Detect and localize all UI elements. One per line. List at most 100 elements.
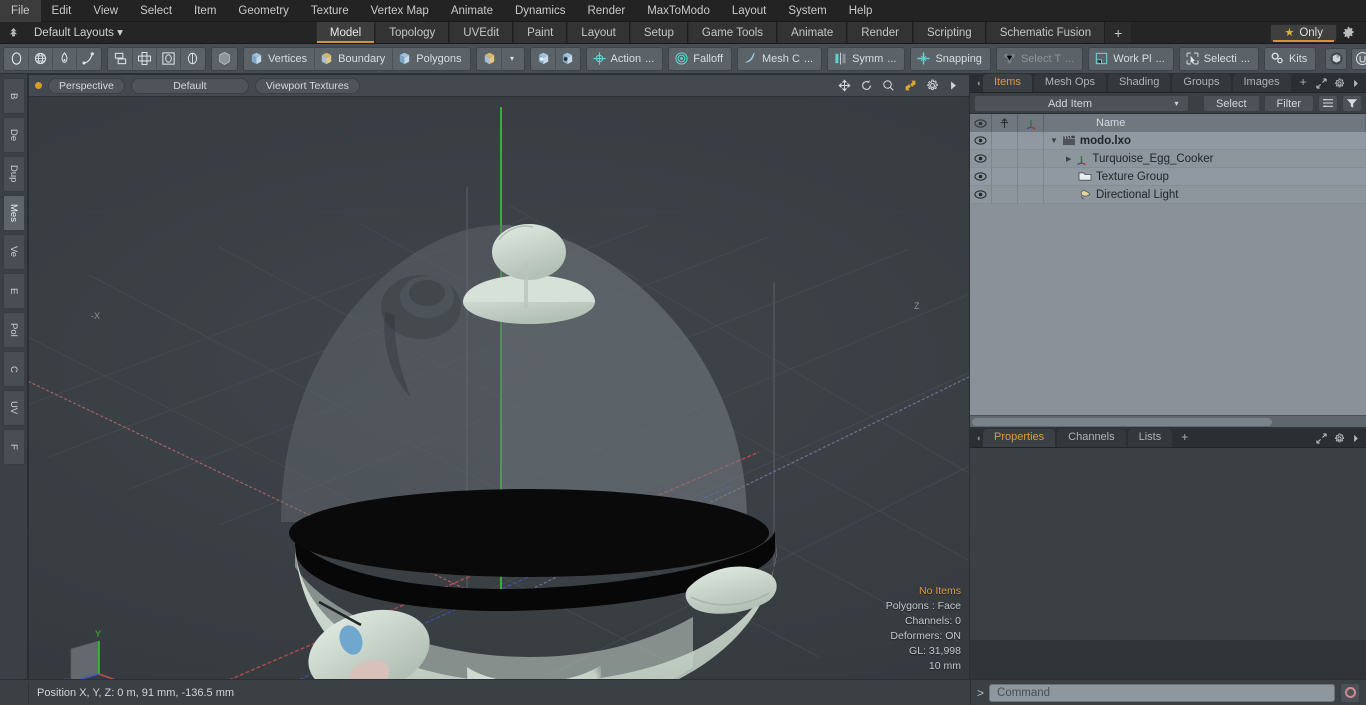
kits-button[interactable]: Kits xyxy=(1266,48,1314,70)
left-tab-curve[interactable]: C xyxy=(2,351,25,387)
row-lock-cell[interactable] xyxy=(992,149,1018,168)
row-axis-cell[interactable] xyxy=(1018,149,1044,168)
mesh-constraint-group[interactable]: Mesh C ... xyxy=(737,46,823,71)
action-center-group[interactable]: Action ... xyxy=(585,46,664,71)
boundary-mode-button[interactable]: Boundary xyxy=(314,47,392,70)
command-input[interactable] xyxy=(989,683,1335,702)
work-plane-group[interactable]: Work Pl ... xyxy=(1088,46,1174,71)
menu-item-help[interactable]: Help xyxy=(838,0,884,22)
panel-tab-items[interactable]: Items xyxy=(983,74,1032,92)
panel-tab-channels[interactable]: Channels xyxy=(1057,429,1126,447)
only-toggle-button[interactable]: ★ Only xyxy=(1270,23,1337,42)
duplicate-icon[interactable] xyxy=(109,48,132,70)
snapping-button[interactable]: Snapping xyxy=(912,48,989,70)
properties-panel-body[interactable] xyxy=(970,448,1366,640)
layout-tab-uvedit[interactable]: UVEdit xyxy=(449,22,514,43)
polygons-mode-button[interactable]: Polygons xyxy=(392,47,468,70)
scrollbar-thumb[interactable] xyxy=(972,418,1272,426)
snapping-group[interactable]: Snapping xyxy=(910,46,991,71)
fit-icon[interactable] xyxy=(904,79,917,92)
work-plane-button[interactable]: Work Pl ... xyxy=(1090,48,1171,70)
row-visibility-toggle[interactable] xyxy=(970,185,992,204)
symmetry-button[interactable]: Symm ... xyxy=(829,48,903,70)
layout-tab-topology[interactable]: Topology xyxy=(375,22,450,43)
row-visibility-toggle[interactable] xyxy=(970,132,992,150)
menu-item-layout[interactable]: Layout xyxy=(721,0,778,22)
tree-item-texture-group[interactable]: Texture Group xyxy=(1044,171,1366,183)
panel-grip-icon[interactable]: ◖ xyxy=(974,78,983,88)
left-tab-mesh-edit[interactable]: Mes xyxy=(2,195,25,231)
panel-grip-icon[interactable]: ◖ xyxy=(974,433,983,443)
viewport-view-mode-button[interactable]: Perspective xyxy=(48,77,125,94)
selection-set-group[interactable]: Selecti ... xyxy=(1178,46,1259,71)
mesh-constraint-button[interactable]: Mesh C ... xyxy=(739,48,820,70)
select-through-button[interactable]: Select T ... xyxy=(998,48,1081,70)
layout-tab-model[interactable]: Model xyxy=(315,22,376,43)
symmetry-group[interactable]: Symm ... xyxy=(827,46,906,71)
filter-funnel-icon[interactable] xyxy=(1342,94,1362,112)
menu-item-texture[interactable]: Texture xyxy=(300,0,360,22)
left-tab-polygon[interactable]: Pol xyxy=(2,312,25,348)
layout-tab-animate[interactable]: Animate xyxy=(777,22,848,43)
gear-icon[interactable] xyxy=(1334,432,1345,444)
gear-icon[interactable] xyxy=(1342,26,1362,39)
selection-set-button[interactable]: Selecti ... xyxy=(1181,48,1257,70)
falloff-group[interactable]: Falloff xyxy=(668,46,733,71)
row-axis-cell[interactable] xyxy=(1018,132,1044,150)
tree-item-scene[interactable]: ▼ modo.lxo xyxy=(1044,135,1366,147)
left-tab-fusion[interactable]: F xyxy=(2,429,25,465)
layout-tab-scripting[interactable]: Scripting xyxy=(912,22,986,43)
globe-icon[interactable] xyxy=(28,47,52,70)
chevron-down-icon[interactable]: ▾ xyxy=(500,47,523,70)
gear-icon[interactable] xyxy=(926,79,939,92)
pen-icon[interactable] xyxy=(52,47,76,70)
menu-item-render[interactable]: Render xyxy=(576,0,636,22)
left-tab-edge[interactable]: E xyxy=(2,273,25,309)
rotate-icon[interactable] xyxy=(860,79,873,92)
items-list-horizontal-scrollbar[interactable] xyxy=(970,415,1366,427)
table-row[interactable]: Directional Light xyxy=(970,185,1366,204)
layout-tab-paint[interactable]: Paint xyxy=(513,22,568,43)
curve-icon[interactable] xyxy=(76,47,100,70)
select-button[interactable]: Select xyxy=(1202,94,1260,112)
panel-tab-images[interactable]: Images xyxy=(1232,74,1291,92)
modo-cube-icon[interactable] xyxy=(1325,47,1348,70)
layout-tab-schematic-fusion[interactable]: Schematic Fusion xyxy=(985,22,1106,43)
menu-item-view[interactable]: View xyxy=(82,0,129,22)
kits-group[interactable]: Kits xyxy=(1263,46,1317,71)
row-lock-cell[interactable] xyxy=(992,167,1018,186)
vertices-mode-button[interactable]: Vertices xyxy=(245,48,314,70)
tree-item-directional-light[interactable]: Directional Light xyxy=(1044,189,1366,201)
left-tab-uv[interactable]: UV xyxy=(2,390,25,426)
gear-icon[interactable] xyxy=(1334,77,1345,89)
action-center-button[interactable]: Action ... xyxy=(588,48,662,70)
expander-icon[interactable]: ▶ xyxy=(1066,155,1071,163)
menu-item-file[interactable]: File xyxy=(0,0,41,22)
menu-item-item[interactable]: Item xyxy=(183,0,227,22)
circle-icon[interactable] xyxy=(5,48,28,70)
items-tree-list[interactable]: ▼ modo.lxo ▶ Turquoise_Egg_Cooker Textur… xyxy=(970,132,1366,415)
menu-item-animate[interactable]: Animate xyxy=(440,0,504,22)
zoom-icon[interactable] xyxy=(882,79,895,92)
default-layouts-dropdown[interactable]: Default Layouts ▾ xyxy=(26,23,131,43)
layout-tab-setup[interactable]: Setup xyxy=(629,22,688,43)
add-layout-tab-button[interactable]: + xyxy=(1105,22,1132,43)
rotate-icon[interactable] xyxy=(156,47,180,70)
table-row[interactable]: ▶ Turquoise_Egg_Cooker xyxy=(970,149,1366,168)
item-cube-icon[interactable] xyxy=(478,48,501,70)
menu-item-dynamics[interactable]: Dynamics xyxy=(504,0,576,22)
menu-item-geometry[interactable]: Geometry xyxy=(227,0,300,22)
chevron-right-icon[interactable] xyxy=(1352,78,1360,89)
panel-tab-lists[interactable]: Lists xyxy=(1127,429,1173,447)
layout-tab-game-tools[interactable]: Game Tools xyxy=(687,22,778,43)
play-icon[interactable] xyxy=(948,79,959,92)
row-axis-cell[interactable] xyxy=(1018,167,1044,186)
menu-item-system[interactable]: System xyxy=(777,0,837,22)
table-row[interactable]: ▼ modo.lxo xyxy=(970,132,1366,150)
unreal-icon[interactable] xyxy=(1351,47,1366,70)
menu-item-select[interactable]: Select xyxy=(129,0,183,22)
menu-item-vertex-map[interactable]: Vertex Map xyxy=(360,0,440,22)
scale-icon[interactable] xyxy=(180,47,204,70)
panel-tab-groups[interactable]: Groups xyxy=(1172,74,1231,92)
falloff-button[interactable]: Falloff xyxy=(670,48,730,70)
